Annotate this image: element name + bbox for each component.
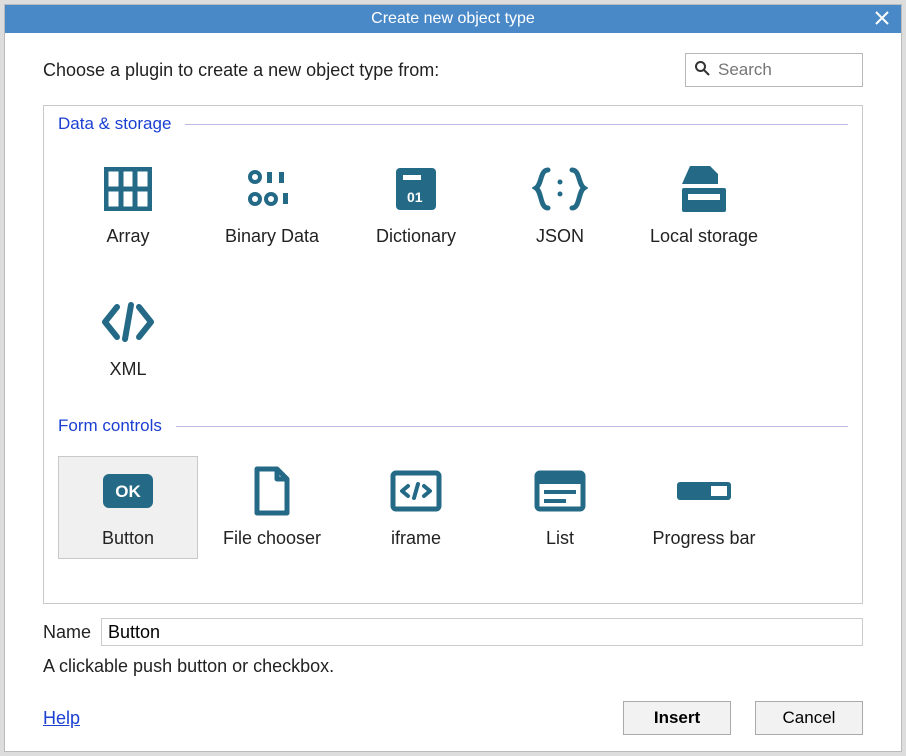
plugin-dictionary[interactable]: 01 Dictionary — [346, 154, 486, 257]
plugin-label: List — [546, 528, 574, 550]
search-icon — [694, 60, 710, 80]
plugin-label: Dictionary — [376, 226, 456, 248]
group-header-form-controls: Form controls — [58, 416, 848, 436]
plugin-label: Binary Data — [225, 226, 319, 248]
search-field[interactable] — [685, 53, 863, 87]
plugin-file-chooser[interactable]: File chooser — [202, 456, 342, 559]
plugin-label: Button — [102, 528, 154, 550]
local-storage-icon — [682, 161, 726, 216]
file-chooser-icon — [252, 463, 292, 518]
dialog-title: Create new object type — [371, 10, 535, 28]
name-input[interactable] — [101, 618, 863, 646]
close-icon[interactable] — [871, 8, 893, 30]
progress-bar-icon — [675, 463, 733, 518]
cancel-button[interactable]: Cancel — [755, 701, 863, 735]
button-icon: OK — [101, 463, 155, 518]
plugin-list[interactable]: List — [490, 456, 630, 559]
plugin-label: XML — [109, 359, 146, 381]
plugin-xml[interactable]: XML — [58, 287, 198, 390]
json-icon — [532, 161, 588, 216]
create-object-type-dialog: Create new object type Choose a plugin t… — [4, 4, 902, 752]
prompt-text: Choose a plugin to create a new object t… — [43, 60, 439, 81]
group-header-data-storage: Data & storage — [58, 114, 848, 134]
plugin-label: Array — [106, 226, 149, 248]
list-icon — [534, 463, 586, 518]
divider — [185, 124, 848, 125]
plugin-label: JSON — [536, 226, 584, 248]
titlebar: Create new object type — [5, 5, 901, 33]
name-label: Name — [43, 622, 91, 643]
plugin-progress-bar[interactable]: Progress bar — [634, 456, 774, 559]
array-icon — [104, 161, 152, 216]
plugin-array[interactable]: Array — [58, 154, 198, 257]
group-title: Form controls — [58, 416, 162, 436]
help-link[interactable]: Help — [43, 708, 80, 729]
plugin-label: Local storage — [650, 226, 758, 248]
iframe-icon — [390, 463, 442, 518]
binary-data-icon — [247, 161, 297, 216]
search-input[interactable] — [716, 59, 854, 81]
plugin-button[interactable]: OK Button — [58, 456, 198, 559]
plugin-label: Progress bar — [652, 528, 755, 550]
plugin-iframe[interactable]: iframe — [346, 456, 486, 559]
plugin-description: A clickable push button or checkbox. — [43, 656, 863, 677]
plugin-json[interactable]: JSON — [490, 154, 630, 257]
svg-text:01: 01 — [407, 189, 423, 205]
dictionary-icon: 01 — [393, 161, 439, 216]
svg-text:OK: OK — [115, 482, 141, 501]
plugin-binary-data[interactable]: Binary Data — [202, 154, 342, 257]
plugin-local-storage[interactable]: Local storage — [634, 154, 774, 257]
plugin-label: iframe — [391, 528, 441, 550]
xml-icon — [101, 294, 155, 349]
divider — [176, 426, 848, 427]
group-title: Data & storage — [58, 114, 171, 134]
insert-button[interactable]: Insert — [623, 701, 731, 735]
plugin-list: Data & storage Array Binary Data — [43, 105, 863, 604]
plugin-label: File chooser — [223, 528, 321, 550]
